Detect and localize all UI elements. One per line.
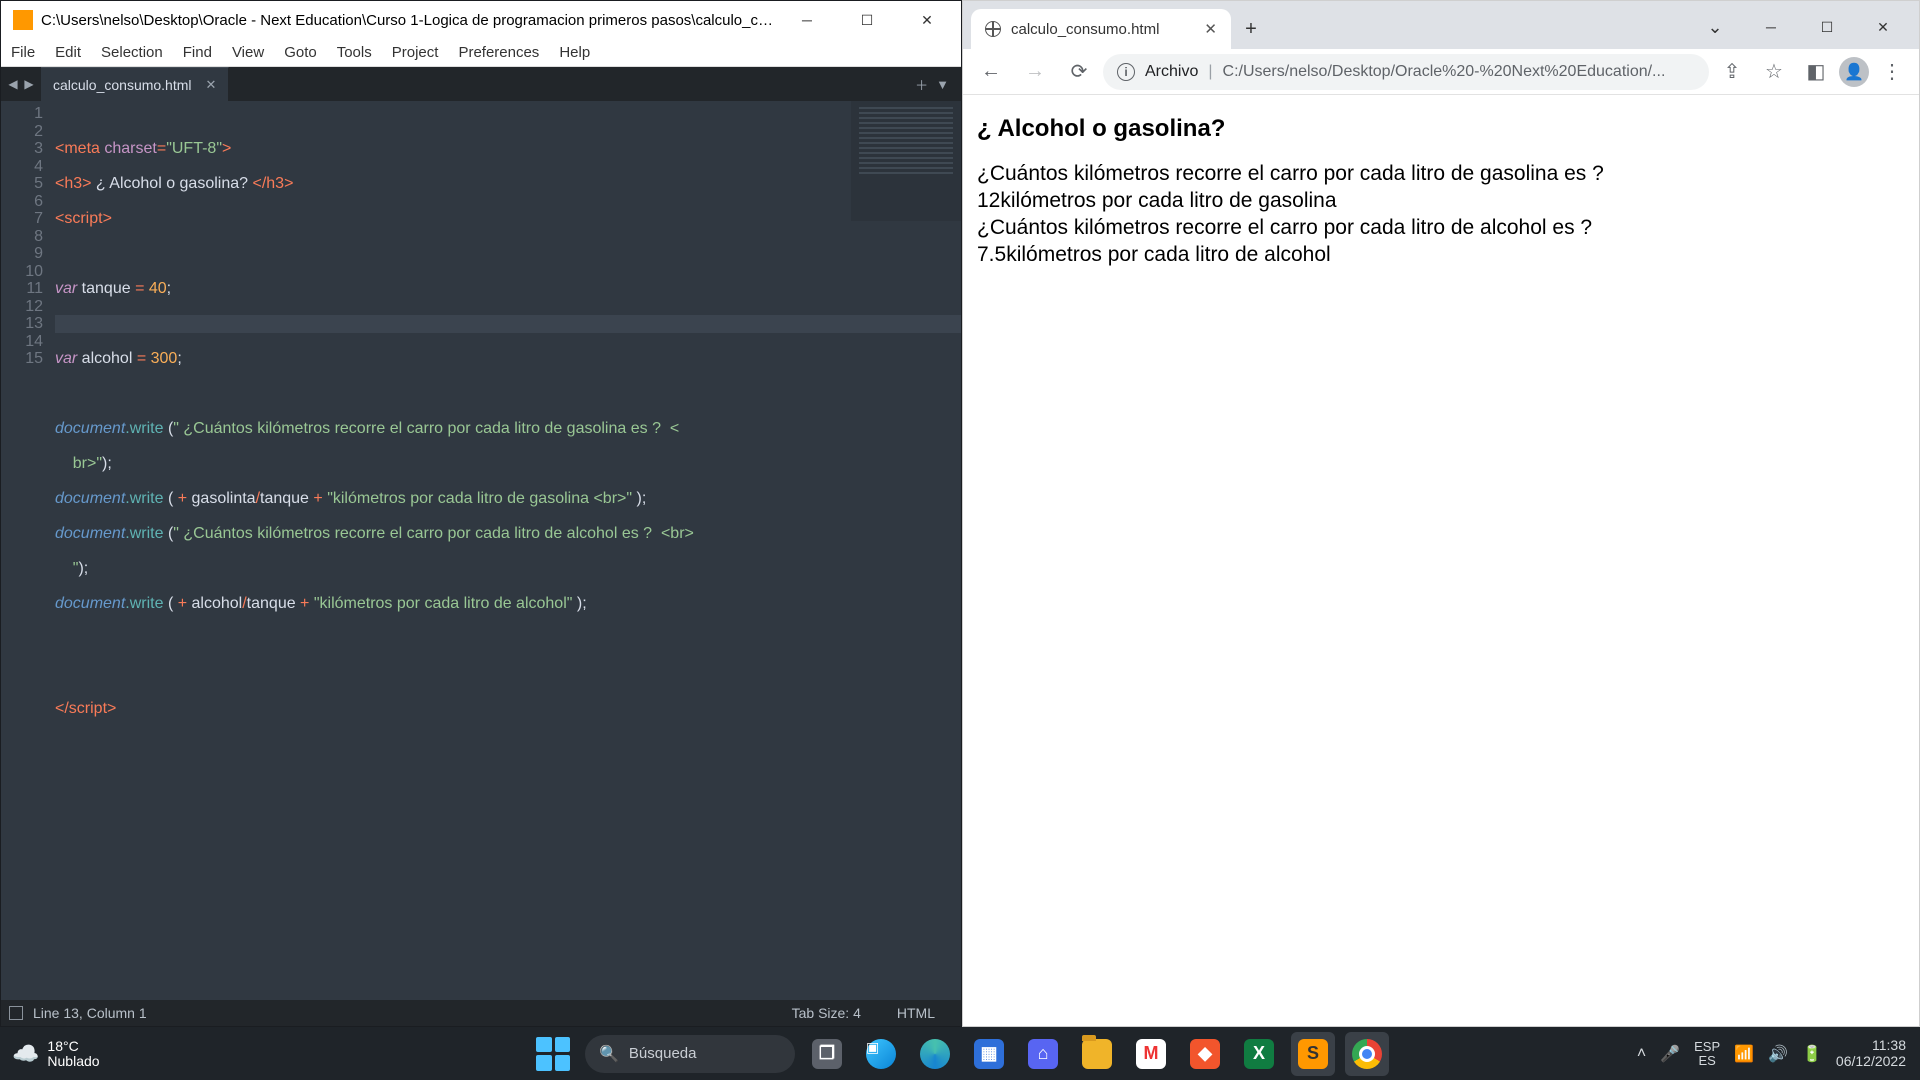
new-tab-button[interactable]: + <box>1235 13 1267 45</box>
excel-app-icon[interactable]: X <box>1237 1032 1281 1076</box>
search-placeholder: Búsqueda <box>629 1045 697 1062</box>
profile-avatar[interactable]: 👤 <box>1839 57 1869 87</box>
start-button[interactable] <box>531 1032 575 1076</box>
tab-nav-forward-icon[interactable]: ▶ <box>21 77 37 91</box>
sidebar-toggle-icon[interactable] <box>9 1006 23 1020</box>
sublime-logo-icon <box>13 10 33 30</box>
code-editor[interactable]: 12 34 56 78 910 1112 1314 15 <meta chars… <box>1 101 961 1000</box>
menu-selection[interactable]: Selection <box>91 44 173 61</box>
weather-temp: 18°C <box>47 1039 99 1054</box>
volume-icon[interactable]: 🔊 <box>1768 1044 1788 1064</box>
menu-preferences[interactable]: Preferences <box>448 44 549 61</box>
close-button[interactable]: ✕ <box>1855 9 1911 45</box>
editor-tab[interactable]: calculo_consumo.html ✕ <box>41 67 229 101</box>
sublime-statusbar: Line 13, Column 1 Tab Size: 4 HTML <box>1 1000 961 1026</box>
bookmark-icon[interactable]: ☆ <box>1755 53 1793 91</box>
sublime-menubar: File Edit Selection Find View Goto Tools… <box>1 39 961 67</box>
menu-find[interactable]: Find <box>173 44 222 61</box>
tab-close-icon[interactable]: ✕ <box>1204 20 1217 38</box>
chrome-app-icon[interactable] <box>1345 1032 1389 1076</box>
back-button[interactable]: ← <box>971 52 1011 92</box>
cloud-icon: ☁️ <box>12 1041 39 1067</box>
chat-app-icon[interactable]: ▣ <box>859 1032 903 1076</box>
close-button[interactable]: ✕ <box>897 1 957 39</box>
menu-project[interactable]: Project <box>382 44 449 61</box>
editor-tab-label: calculo_consumo.html <box>53 77 192 93</box>
menu-tools[interactable]: Tools <box>327 44 382 61</box>
menu-help[interactable]: Help <box>549 44 600 61</box>
page-line: ¿Cuántos kilómetros recorre el carro por… <box>977 161 1905 188</box>
minimize-button[interactable]: ─ <box>777 1 837 39</box>
code-area[interactable]: <meta charset="UFT-8"> <h3> ¿ Alcohol o … <box>55 101 961 1000</box>
windows-taskbar: ☁️ 18°C Nublado 🔍 Búsqueda ❐ ▣ ▦ ⌂ M ◆ X… <box>0 1027 1920 1080</box>
browser-toolbar: ← → ⟳ i Archivo | C:/Users/nelso/Desktop… <box>963 49 1919 95</box>
weather-desc: Nublado <box>47 1054 99 1069</box>
kebab-menu-icon[interactable]: ⋮ <box>1873 53 1911 91</box>
explorer-app-icon[interactable] <box>1075 1032 1119 1076</box>
cursor-position: Line 13, Column 1 <box>33 1005 147 1021</box>
browser-tab-title: calculo_consumo.html <box>1011 21 1194 38</box>
forward-button[interactable]: → <box>1015 52 1055 92</box>
tab-overflow-icon[interactable]: ▼ <box>932 77 953 92</box>
reload-button[interactable]: ⟳ <box>1059 52 1099 92</box>
sublime-title: C:\Users\nelso\Desktop\Oracle - Next Edu… <box>41 12 777 29</box>
browser-tabbar: calculo_consumo.html ✕ + ⌄ ─ ☐ ✕ <box>963 1 1919 49</box>
discord-app-icon[interactable]: ⌂ <box>1021 1032 1065 1076</box>
wifi-icon[interactable]: 📶 <box>1734 1044 1754 1064</box>
search-icon: 🔍 <box>599 1044 619 1064</box>
calendar-app-icon[interactable]: ▦ <box>967 1032 1011 1076</box>
address-bar[interactable]: i Archivo | C:/Users/nelso/Desktop/Oracl… <box>1103 54 1709 90</box>
weather-widget[interactable]: ☁️ 18°C Nublado <box>0 1039 112 1068</box>
page-line: ¿Cuántos kilómetros recorre el carro por… <box>977 215 1905 242</box>
site-info-icon[interactable]: i <box>1117 63 1135 81</box>
edge-app-icon[interactable] <box>913 1032 957 1076</box>
sublime-tabstrip: ◀ ▶ calculo_consumo.html ✕ ＋ ▼ <box>1 67 961 101</box>
page-line: 12kilómetros por cada litro de gasolina <box>977 188 1905 215</box>
battery-icon[interactable]: 🔋 <box>1802 1044 1822 1064</box>
maximize-button[interactable]: ☐ <box>837 1 897 39</box>
line-gutter: 12 34 56 78 910 1112 1314 15 <box>1 101 55 1000</box>
taskbar-search[interactable]: 🔍 Búsqueda <box>585 1035 795 1073</box>
page-heading: ¿ Alcohol o gasolina? <box>977 115 1905 143</box>
window-dropdown-icon[interactable]: ⌄ <box>1687 9 1743 45</box>
system-tray: ˄ 🎤 ESPES 📶 🔊 🔋 11:3806/12/2022 <box>1623 1038 1920 1069</box>
page-line: 7.5kilómetros por cada litro de alcohol <box>977 242 1905 269</box>
tab-size[interactable]: Tab Size: 4 <box>774 1005 879 1021</box>
side-panel-icon[interactable]: ◧ <box>1797 53 1835 91</box>
sublime-app-icon[interactable]: S <box>1291 1032 1335 1076</box>
browser-tab[interactable]: calculo_consumo.html ✕ <box>971 9 1231 49</box>
share-icon[interactable]: ⇪ <box>1713 53 1751 91</box>
url-text: C:/Users/nelso/Desktop/Oracle%20-%20Next… <box>1223 63 1695 81</box>
sublime-titlebar[interactable]: C:\Users\nelso\Desktop\Oracle - Next Edu… <box>1 1 961 39</box>
language-indicator[interactable]: ESPES <box>1694 1040 1720 1067</box>
app-icon[interactable]: M <box>1129 1032 1173 1076</box>
clock[interactable]: 11:3806/12/2022 <box>1836 1038 1906 1069</box>
brave-app-icon[interactable]: ◆ <box>1183 1032 1227 1076</box>
tab-nav-back-icon[interactable]: ◀ <box>5 77 21 91</box>
maximize-button[interactable]: ☐ <box>1799 9 1855 45</box>
minimize-button[interactable]: ─ <box>1743 9 1799 45</box>
task-view-button[interactable]: ❐ <box>805 1032 849 1076</box>
tab-close-icon[interactable]: ✕ <box>206 77 217 93</box>
menu-goto[interactable]: Goto <box>274 44 327 61</box>
microphone-icon[interactable]: 🎤 <box>1660 1044 1680 1064</box>
syntax-mode[interactable]: HTML <box>879 1005 953 1021</box>
menu-view[interactable]: View <box>222 44 274 61</box>
sublime-window: C:\Users\nelso\Desktop\Oracle - Next Edu… <box>0 0 962 1027</box>
globe-icon <box>985 21 1001 37</box>
new-tab-icon[interactable]: ＋ <box>911 75 932 94</box>
page-content: ¿ Alcohol o gasolina? ¿Cuántos kilómetro… <box>963 95 1919 1026</box>
menu-file[interactable]: File <box>1 44 45 61</box>
tray-chevron-icon[interactable]: ˄ <box>1637 1045 1646 1063</box>
browser-window: calculo_consumo.html ✕ + ⌄ ─ ☐ ✕ ← → ⟳ i… <box>962 0 1920 1027</box>
menu-edit[interactable]: Edit <box>45 44 91 61</box>
url-scheme-label: Archivo <box>1145 63 1198 81</box>
